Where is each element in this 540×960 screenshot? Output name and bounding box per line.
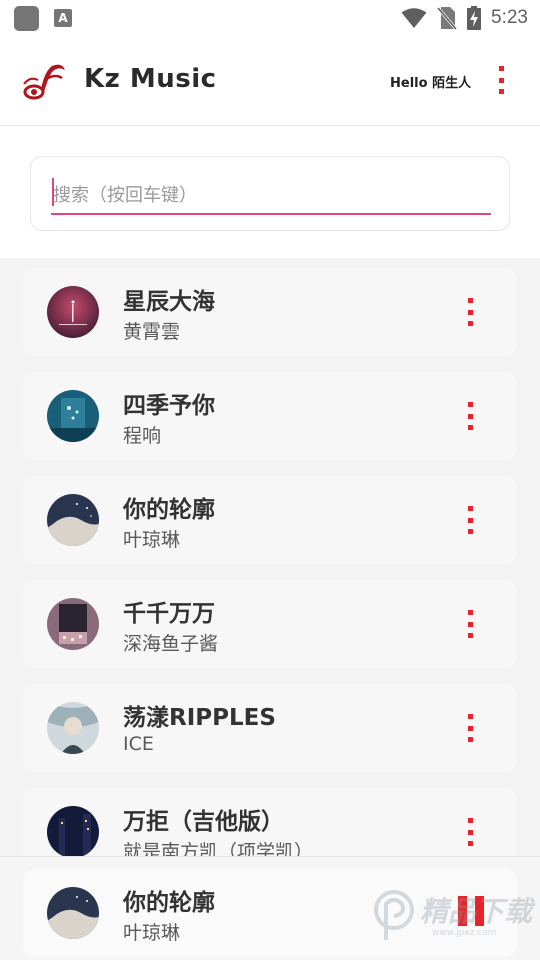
more-vert-icon[interactable] [499,66,505,94]
more-vert-icon[interactable] [468,298,474,326]
more-vert-icon[interactable] [468,714,474,742]
search-card [30,156,510,231]
four-seasons-cover [47,390,99,442]
app-bar: Kz Music Hello 陌生人 [0,36,540,126]
guitar-cover [47,806,99,858]
user-greeting[interactable]: Hello 陌生人 [390,72,471,91]
ripples-cover [47,702,99,754]
battery-charging-icon [467,6,482,30]
wifi-icon [401,8,427,28]
clock: 5:23 [491,7,528,28]
text-cursor [52,178,54,206]
city-night-cover [47,598,99,650]
now-playing-title: 你的轮廓 [123,890,215,916]
outline-cover [47,887,99,939]
watermark-text: 精品下载 [420,895,533,928]
song-title: 星辰大海 [123,289,215,315]
app-square-icon [14,6,39,31]
status-bar: A 5:23 [0,0,540,36]
song-artist: 程响 [123,425,162,447]
watermark-url: www.jpxz.com [432,928,497,938]
song-item[interactable]: 荡漾RIPPLES ICE [23,684,517,772]
song-item[interactable]: 千千万万 深海鱼子酱 [23,580,517,668]
song-item[interactable]: 你的轮廓 叶琼琳 [23,476,517,564]
more-vert-icon[interactable] [468,402,474,430]
music-note-logo [23,64,65,100]
song-title: 你的轮廓 [123,497,215,523]
search-input[interactable] [51,177,491,215]
watermark: 精品下载 www.jpxz.com [372,878,540,954]
song-artist: 深海鱼子酱 [123,633,219,655]
song-item[interactable]: 星辰大海 黄霄雲 [23,268,517,356]
song-title: 荡漾RIPPLES [123,705,276,731]
song-item[interactable]: 四季予你 程响 [23,372,517,460]
song-title: 四季予你 [123,393,215,419]
song-artist: 叶琼琳 [123,529,181,551]
outline-cover [47,494,99,546]
no-sim-icon [437,7,458,30]
more-vert-icon[interactable] [468,818,474,846]
song-artist: ICE [123,733,154,755]
more-vert-icon[interactable] [468,506,474,534]
text-input-icon: A [54,9,72,27]
watermark-logo [374,890,414,940]
status-icons: 5:23 [401,4,528,32]
song-title: 万拒（吉他版） [123,809,284,835]
song-artist: 黄霄雲 [123,321,181,343]
now-playing-artist: 叶琼琳 [123,922,181,944]
more-vert-icon[interactable] [468,610,474,638]
app-title: Kz Music [84,64,217,94]
starry-sea-cover [47,286,99,338]
song-title: 千千万万 [123,601,215,627]
